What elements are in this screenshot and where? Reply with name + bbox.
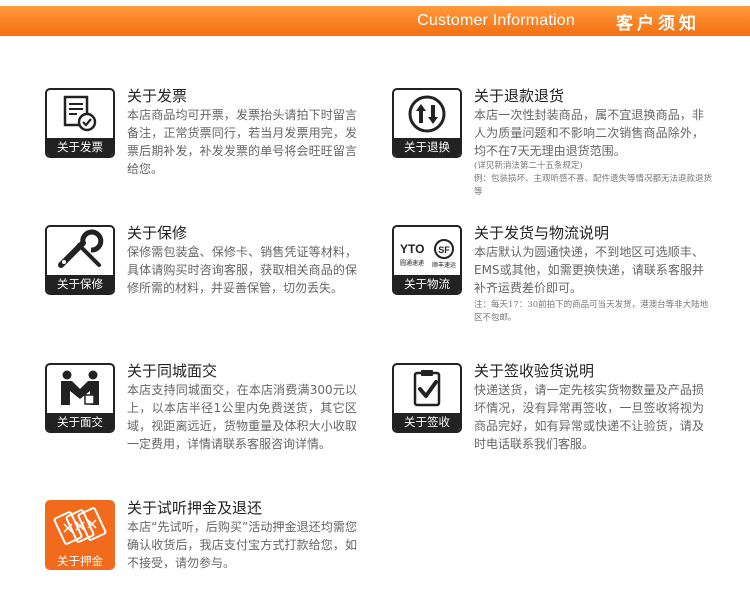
icon-caption: 关于物流 xyxy=(394,275,460,293)
icon-caption: 关于签收 xyxy=(394,413,460,431)
section-text: 本店默认为圆通快递，不到地区可选顺丰、EMS或其他，如需更换快递，请联系客服并补… xyxy=(474,245,704,295)
section-text: 保修需包装盒、保修卡、销售凭证等材料，具体请购买时咨询客服，获取相关商品的保修所… xyxy=(127,245,357,295)
icon-caption: 关于押金 xyxy=(57,554,103,568)
section-text: 本店支持同城面交，在本店消费满300元以上，以本店半径1公里内免费送货，其它区域… xyxy=(127,383,357,451)
icon-caption: 关于保修 xyxy=(47,275,113,293)
section-text: 本店商品均可开票，发票抬头请拍下时留言备注，正常货票同行，若当月发票用完，发票后… xyxy=(127,108,357,176)
invoice-check-icon: 关于发票 xyxy=(45,88,115,158)
clipboard-check-icon: 关于签收 xyxy=(392,363,462,433)
wrench-icon: 关于保修 xyxy=(45,225,115,295)
return-arrows-icon: 关于退换 xyxy=(392,88,462,158)
icon-caption: 关于发票 xyxy=(47,138,113,156)
courier-logos-icon: YTO 圆通速递 SF 顺丰速运 关于物流 xyxy=(392,225,462,295)
tickets-icon: 关于押金 xyxy=(45,500,115,570)
section-text: 本店一次性封装商品，属不宜退换商品，非人为质量问题和不影响二次销售商品除外，均不… xyxy=(474,108,704,158)
section-text: 本店“先试听，后购买”活动押金退还均需您确认收货后，我店支付宝方式打款给您，如不… xyxy=(127,520,357,570)
header-banner: Customer Information 客户须知 xyxy=(0,0,750,42)
handshake-icon: 关于面交 xyxy=(45,363,115,433)
sf-logo-text: SF xyxy=(438,245,450,255)
section-title: 关于发货与物流说明 xyxy=(474,224,610,242)
header-title-en: Customer Information xyxy=(417,12,575,29)
section-title: 关于同城面交 xyxy=(127,362,218,380)
sf-logo-name: 顺丰速运 xyxy=(432,261,456,269)
yto-logo-text: YTO xyxy=(400,242,424,256)
section-title: 关于退款退货 xyxy=(474,87,565,105)
section-note: 例：包装损坏、主观听感不喜、配件遗失等情况都无法退款退货等 xyxy=(474,174,713,197)
section-title: 关于试听押金及退还 xyxy=(127,499,263,517)
section-title: 关于发票 xyxy=(127,87,188,105)
yto-logo-name: 圆通速递 xyxy=(400,259,424,267)
section-title: 关于签收验货说明 xyxy=(474,362,595,380)
section-title: 关于保修 xyxy=(127,224,188,242)
section-text: 快递送货，请一定先核实货物数量及产品损坏情况，没有异常再签收，一旦签收将视为商品… xyxy=(474,383,704,451)
icon-caption: 关于退换 xyxy=(394,138,460,156)
icon-caption: 关于面交 xyxy=(47,413,113,431)
header-title-zh: 客户须知 xyxy=(616,14,700,34)
section-note: (详见新消法第二十五条规定) xyxy=(474,161,583,171)
section-note: 注：每天17：30前拍下的商品可当天发货，港澳台等非大陆地区不包邮。 xyxy=(474,300,709,323)
